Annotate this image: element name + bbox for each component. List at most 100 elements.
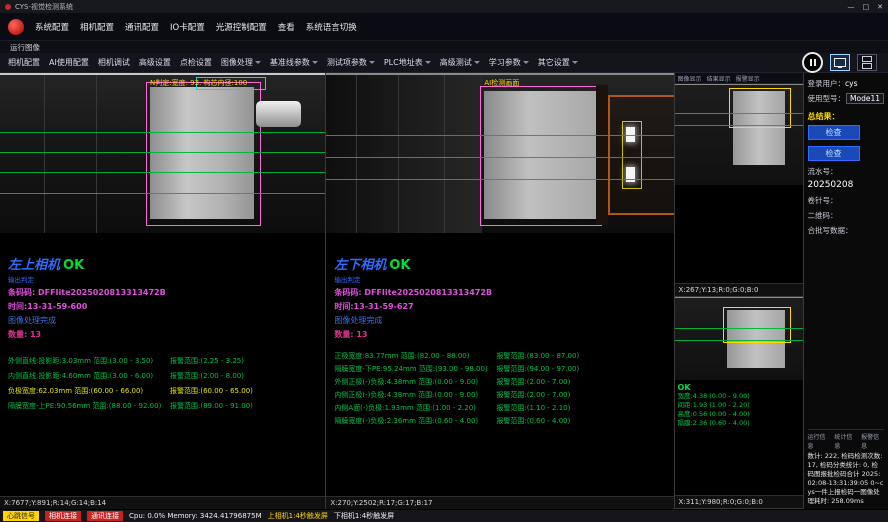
result-block: 左下相机OK 输出判定 条码码: DFFIite2025020813313472… <box>326 233 673 340</box>
total-result-label: 总结果： <box>808 111 884 122</box>
model-row: 使用型号：Mode11 <box>808 93 884 104</box>
model-select[interactable]: Mode11 <box>846 93 884 104</box>
alarm-range-text: 报警范围:(94.00 - 97.00) <box>496 363 579 376</box>
menu-light-config[interactable]: 光源控制配置 <box>216 21 267 33</box>
chevron-down-icon <box>572 61 578 67</box>
small-tab-image[interactable]: 图像显示 <box>678 74 702 83</box>
small-result-row: 宽度:4.38 (0.00 - 9.00) <box>678 392 800 401</box>
statistics-text: 数计: 222, 检码检测次数: 17, 检码分类统计: 0, 检码图报批检码合… <box>808 452 884 506</box>
small-result-list: OK 宽度:4.38 (0.00 - 9.00) 间距:1.93 (1.00 -… <box>675 380 803 428</box>
tool-baseline-params[interactable]: 基准线参数 <box>270 57 318 68</box>
tool-advanced-settings[interactable]: 高级设置 <box>139 57 171 68</box>
tool-camera-config[interactable]: 相机配置 <box>8 57 40 68</box>
tool-advanced-test[interactable]: 高级测试 <box>440 57 480 68</box>
tool-label: 图像处理 <box>221 57 253 68</box>
overlay-judgment-text: N判定:宽度: 93. 构芯内径:100 <box>150 78 247 88</box>
batch-label: 合批写数据： <box>808 226 853 235</box>
menu-system-config[interactable]: 系统配置 <box>35 21 69 33</box>
roi-rectangle-yellow <box>729 88 791 128</box>
small-camera-column: 图像显示 结果显示 报警显示 X:267;Y:13;R:0;G:0;B:0 <box>675 73 804 509</box>
status-bar: 心跳信号 相机连接 通讯连接 Cpu: 0.0% Memory: 3424.41… <box>0 510 888 522</box>
info-tabs: 运行信息 统计信息 报警信息 <box>808 429 884 450</box>
process-status-text: 图像处理完成 <box>8 315 317 326</box>
alarm-range-text: 报警范围:(83.00 - 87.00) <box>496 350 579 363</box>
measurement-row: 内侧正极(-)负极:4.38mm 范围:(0.00 - 9.00)报警范围:(2… <box>334 389 665 402</box>
menu-view[interactable]: 查看 <box>278 21 295 33</box>
camera-panel-lower: AI检测画面 左下相机OK 输出判定 条码码: DFFIite202502081… <box>326 73 674 509</box>
menu-comm-config[interactable]: 通讯配置 <box>125 21 159 33</box>
result-box-2: 检查 <box>808 146 860 161</box>
alarm-range-text: 报警范围:(89.00 - 91.00) <box>170 399 253 414</box>
small-panel-header: 图像显示 结果显示 报警显示 <box>675 73 803 84</box>
login-user-row: 登录用户：cys <box>808 78 884 89</box>
toolbar: 相机配置 AI使用配置 相机调试 高级设置 点检设置 图像处理 基准线参数 测试… <box>0 53 888 73</box>
measurement-row: 外侧正极(-)负极:4.38mm 范围:(0.00 - 9.00)报警范围:(2… <box>334 376 665 389</box>
camera-image-upper[interactable]: N判定:宽度: 93. 构芯内径:100 <box>0 73 325 233</box>
serial-label: 流水号： <box>808 167 838 176</box>
status-ok: OK <box>678 383 800 392</box>
tool-camera-debug[interactable]: 相机调试 <box>98 57 130 68</box>
alarm-range-text: 报警范围:(0.60 - 4.00) <box>496 415 570 428</box>
pixel-coordinate-readout: X:311;Y:980;R:0;G:0;B:0 <box>675 495 803 508</box>
info-tab-stats[interactable]: 统计信息 <box>834 432 857 450</box>
app-icon <box>5 4 11 10</box>
small-camera-image-1[interactable] <box>675 84 803 185</box>
measurement-text: 内侧直线:投影距:4.60mm 范围:(3.00 - 6.00) <box>8 369 170 384</box>
tab-run-image[interactable]: 运行图像 <box>10 42 40 53</box>
close-button[interactable]: ✕ <box>877 3 883 11</box>
measure-line <box>675 340 803 341</box>
minimize-button[interactable]: — <box>848 3 855 11</box>
multi-view-button[interactable] <box>857 54 877 71</box>
measure-line <box>0 152 325 153</box>
measurement-text: 内侧正极(-)负极:4.38mm 范围:(0.00 - 9.00) <box>334 389 496 402</box>
menu-language-switch[interactable]: 系统语言切换 <box>306 21 357 33</box>
tool-other-settings[interactable]: 其它设置 <box>538 57 578 68</box>
maximize-button[interactable]: □ <box>863 3 870 11</box>
tool-ai-config[interactable]: AI使用配置 <box>49 57 89 68</box>
pixel-coordinate-readout: X:270;Y:2502;R:17;G:17;B:17 <box>326 496 673 509</box>
tool-learning-params[interactable]: 学习参数 <box>489 57 529 68</box>
pause-button[interactable] <box>802 52 823 73</box>
measure-line <box>675 328 803 329</box>
chevron-down-icon <box>523 61 529 67</box>
measurement-row: 正极宽度:83.77mm 范围:(82.00 - 88.00)报警范围:(83.… <box>334 350 665 363</box>
tool-image-processing[interactable]: 图像处理 <box>221 57 261 68</box>
measure-line <box>326 135 673 136</box>
count-text: 数量: 13 <box>8 329 317 340</box>
small-tab-alarm[interactable]: 报警显示 <box>736 74 760 83</box>
machine-seam <box>96 75 97 233</box>
login-user-value: cys <box>845 79 857 88</box>
main-area: N判定:宽度: 93. 构芯内径:100 左上相机OK 输出判定 条码码: DF… <box>0 73 888 509</box>
small-tab-result[interactable]: 结果显示 <box>707 74 731 83</box>
tool-label: 其它设置 <box>538 57 570 68</box>
roller <box>256 101 301 127</box>
machine-seam <box>398 75 399 233</box>
info-tab-run[interactable]: 运行信息 <box>808 432 831 450</box>
result-box-1: 检查 <box>808 125 860 140</box>
single-view-button[interactable] <box>830 54 850 71</box>
brand-logo-icon <box>8 19 24 35</box>
tool-test-params[interactable]: 测试项参数 <box>327 57 375 68</box>
alarm-range-text: 报警范围:(2.00 - 8.00) <box>170 369 244 384</box>
menu-camera-config[interactable]: 相机配置 <box>80 21 114 33</box>
alarm-range-text: 报警范围:(2.00 - 7.00) <box>496 376 570 389</box>
measurement-text: 正极宽度:83.77mm 范围:(82.00 - 88.00) <box>334 350 496 363</box>
small-camera-image-2[interactable] <box>675 297 803 380</box>
output-judgment-label: 输出判定 <box>334 274 665 284</box>
heartbeat-indicator: 心跳信号 <box>3 511 39 521</box>
chevron-down-icon <box>369 61 375 67</box>
tool-spot-check[interactable]: 点检设置 <box>180 57 212 68</box>
cpu-memory-readout: Cpu: 0.0% Memory: 3424.41796875M <box>129 512 262 520</box>
info-tab-alarm[interactable]: 报警信息 <box>861 432 884 450</box>
tool-label: 基准线参数 <box>270 57 310 68</box>
count-text: 数量: 13 <box>334 329 665 340</box>
batch-row: 合批写数据： <box>808 225 884 236</box>
measurement-text: 隔膜宽度-上PE:90.56mm 范围:(88.00 - 92.00) <box>8 399 170 414</box>
camera-connection-indicator: 相机连接 <box>45 511 81 521</box>
menu-io-config[interactable]: IO卡配置 <box>170 21 205 33</box>
tool-plc-table[interactable]: PLC地址表 <box>384 57 431 68</box>
measurement-list: 外侧直线:投影距:3.03mm 范围:(3.00 - 3.50)报警范围:(2.… <box>0 340 325 414</box>
tool-label: 学习参数 <box>489 57 521 68</box>
camera-image-lower[interactable]: AI检测画面 <box>326 73 673 233</box>
tool-label: 测试项参数 <box>327 57 367 68</box>
